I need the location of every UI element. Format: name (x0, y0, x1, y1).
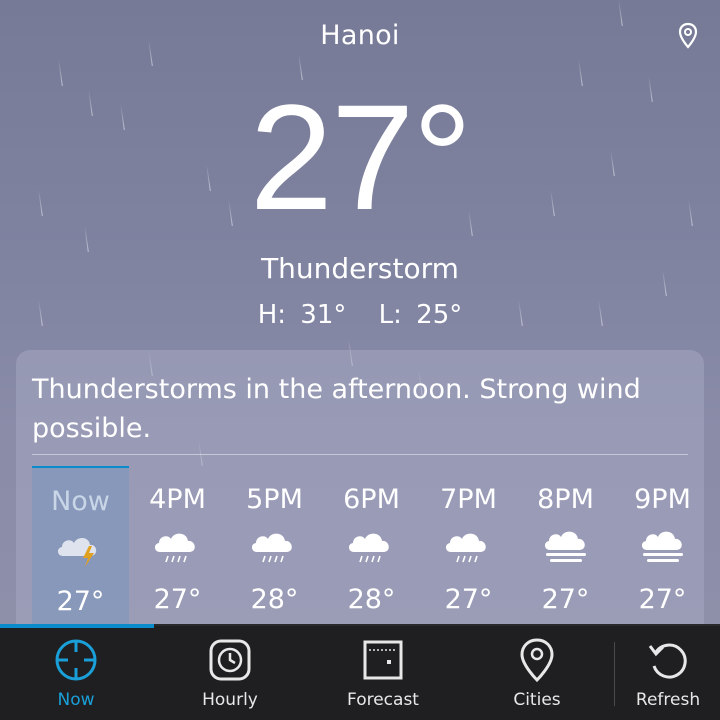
hour-label: 9PM (634, 484, 691, 515)
bottom-tab-bar: Now Hourly Forecast Cities Refresh (0, 624, 720, 720)
tab-separator (614, 642, 615, 706)
cloud-lightning-icon (57, 537, 96, 567)
map-pin-icon (520, 638, 554, 683)
low-temp: L: 25° (378, 300, 463, 330)
weather-summary: Thunderstorms in the afternoon. Strong w… (32, 374, 641, 444)
hour-temp: 27° (541, 584, 590, 615)
hour-label: 8PM (537, 484, 594, 515)
current-condition: Thunderstorm (261, 252, 459, 285)
hour-label: Now (51, 486, 110, 517)
cloud-rain-icon (445, 533, 486, 563)
hour-temp: 27° (638, 584, 687, 615)
hour-label: 6PM (343, 484, 400, 515)
hour-temp: 27° (56, 586, 105, 617)
clock-icon (209, 639, 251, 681)
hour-temp: 28° (347, 584, 396, 615)
forecast-panel: Thunderstorms in the afternoon. Strong w… (16, 350, 704, 640)
cloud-rain-icon (251, 533, 292, 563)
hour-item-8pm[interactable]: 8PM 27° (517, 466, 614, 640)
hour-temp: 27° (444, 584, 493, 615)
city-name: Hanoi (320, 20, 400, 51)
hour-label: 5PM (246, 484, 303, 515)
cloud-fog-icon (544, 531, 586, 562)
hour-item-now[interactable]: Now 27° (32, 466, 129, 640)
high-low: H: 31° L: 25° (0, 300, 720, 330)
cloud-rain-icon (154, 533, 195, 563)
tab-label: Refresh (635, 690, 701, 710)
tab-now[interactable]: Now (0, 626, 152, 720)
cloud-rain-icon (348, 533, 389, 563)
hour-item-6pm[interactable]: 6PM 28° (323, 466, 420, 640)
hour-item-4pm[interactable]: 4PM 27° (129, 466, 226, 640)
divider (32, 454, 688, 455)
hour-item-5pm[interactable]: 5PM 28° (226, 466, 323, 640)
hour-item-9pm[interactable]: 9PM 27° (614, 466, 704, 640)
calendar-icon (363, 640, 403, 680)
hour-label: 4PM (149, 484, 206, 515)
high-temp: H: 31° (257, 300, 347, 330)
scroll-progress (0, 624, 154, 628)
tab-refresh[interactable]: Refresh (616, 626, 720, 720)
hour-temp: 28° (250, 584, 299, 615)
tab-hourly[interactable]: Hourly (154, 626, 306, 720)
tab-forecast[interactable]: Forecast (306, 626, 460, 720)
tab-label: Hourly (202, 690, 258, 710)
hourly-strip[interactable]: Now 27° 4PM 27° 5PM 28° 6PM 28° 7PM 27° … (32, 466, 704, 640)
refresh-icon (648, 643, 687, 679)
cloud-fog-icon (641, 531, 683, 562)
tab-label: Forecast (347, 690, 419, 710)
location-pin-icon[interactable] (678, 22, 698, 50)
tab-label: Now (57, 690, 95, 710)
hour-label: 7PM (440, 484, 497, 515)
tab-cities[interactable]: Cities (460, 626, 614, 720)
crosshair-icon (55, 639, 97, 681)
tab-label: Cities (513, 690, 561, 710)
hour-item-7pm[interactable]: 7PM 27° (420, 466, 517, 640)
current-temperature: 27° (249, 73, 473, 241)
hour-temp: 27° (153, 584, 202, 615)
